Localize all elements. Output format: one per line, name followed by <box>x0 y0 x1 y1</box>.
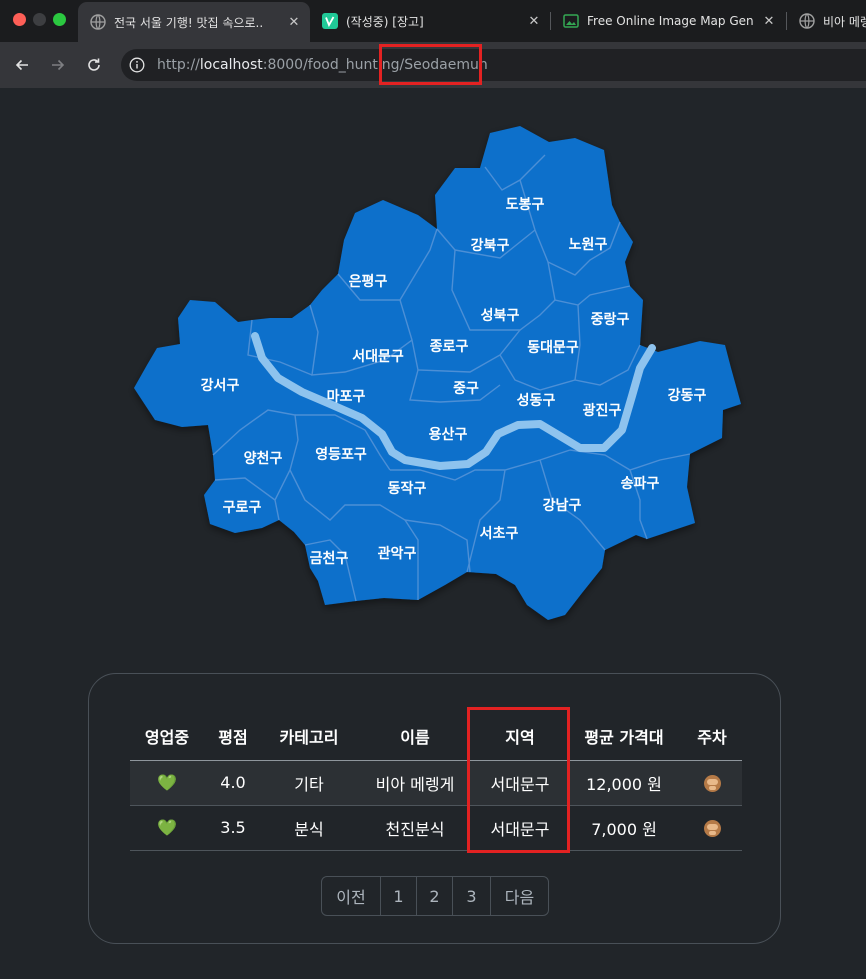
district-label-seocho[interactable]: 서초구 <box>480 523 519 543</box>
table-row[interactable]: 💚 4.0 기타 비아 메렝게 서대문구 12,000 원 <box>130 760 742 806</box>
close-window-button[interactable] <box>13 13 26 26</box>
cell-category: 기타 <box>262 760 356 806</box>
district-label-seongdong[interactable]: 성동구 <box>517 390 556 410</box>
cell-open: 💚 <box>130 760 204 806</box>
cell-price: 7,000 원 <box>566 805 682 851</box>
district-label-gangbuk[interactable]: 강북구 <box>471 235 510 255</box>
tab-food-hunting[interactable]: 전국 서울 기행! 맛집 속으로.. ✕ <box>78 2 310 42</box>
cell-price: 12,000 원 <box>566 760 682 806</box>
green-heart-icon: 💚 <box>157 818 177 837</box>
globe-icon <box>799 13 815 29</box>
col-parking: 주차 <box>682 712 742 761</box>
district-label-gwanak[interactable]: 관악구 <box>378 543 417 563</box>
back-button[interactable] <box>10 53 34 77</box>
velog-icon <box>322 13 338 29</box>
cell-rating: 4.0 <box>204 760 262 806</box>
col-category: 카테고리 <box>262 712 356 761</box>
cell-parking <box>682 760 742 806</box>
tab-close-icon[interactable]: ✕ <box>286 15 302 30</box>
restaurant-card: 영업중 평점 카테고리 이름 지역 평균 가격대 주차 💚 4.0 기타 비아 … <box>88 673 781 944</box>
minimize-window-button[interactable] <box>33 13 46 26</box>
arrow-right-icon <box>52 59 65 71</box>
cell-category: 분식 <box>262 805 356 851</box>
cell-name[interactable]: 비아 메렝게 <box>356 760 474 806</box>
district-label-jongno[interactable]: 종로구 <box>430 336 469 356</box>
district-label-jung[interactable]: 중구 <box>453 378 479 398</box>
district-label-guro[interactable]: 구로구 <box>223 497 262 517</box>
district-label-mapo[interactable]: 마포구 <box>327 386 366 406</box>
district-label-eunpyeong[interactable]: 은평구 <box>349 271 388 291</box>
district-label-gangdong[interactable]: 강동구 <box>668 385 707 405</box>
district-label-dobong[interactable]: 도봉구 <box>506 194 545 214</box>
district-label-yangcheon[interactable]: 양천구 <box>244 448 283 468</box>
monkey-icon <box>703 820 721 837</box>
tab-title: (작성중) [장고] <box>346 14 424 29</box>
district-label-nowon[interactable]: 노원구 <box>569 234 608 254</box>
pagination-next-button[interactable]: 다음 <box>490 877 548 915</box>
tab-close-icon[interactable]: ✕ <box>761 14 777 29</box>
district-label-yeongdeungpo[interactable]: 영등포구 <box>315 444 367 464</box>
tab-velog[interactable]: (작성중) [장고] ✕ <box>310 4 550 38</box>
url-protocol: http:// <box>157 57 200 73</box>
seoul-map-svg <box>134 126 741 620</box>
col-rating: 평점 <box>204 712 262 761</box>
arrow-left-icon <box>15 59 28 71</box>
table-header-row: 영업중 평점 카테고리 이름 지역 평균 가격대 주차 <box>130 712 742 761</box>
tab-title: Free Online Image Map Generator <box>587 14 753 28</box>
address-bar[interactable]: http://localhost:8000/food_hunting/Seoda… <box>121 49 866 81</box>
maximize-window-button[interactable] <box>53 13 66 26</box>
district-label-gangnam[interactable]: 강남구 <box>543 495 582 515</box>
url-host: localhost <box>199 57 263 73</box>
browser-tab-bar: 전국 서울 기행! 맛집 속으로.. ✕ (작성중) [장고] ✕ Free O… <box>0 0 866 42</box>
pagination: 이전 1 2 3 다음 <box>321 876 549 916</box>
col-price: 평균 가격대 <box>566 712 682 761</box>
tab-title: 비아 메렝게 <box>823 14 866 29</box>
tab-via-merengue[interactable]: 비아 메렝게 <box>787 4 866 38</box>
district-label-yongsan[interactable]: 용산구 <box>429 424 468 444</box>
tab-close-icon[interactable]: ✕ <box>526 14 542 29</box>
region-column-highlight-box <box>467 707 570 853</box>
district-label-gwangjin[interactable]: 광진구 <box>583 400 622 420</box>
forward-button[interactable] <box>46 53 70 77</box>
image-icon <box>563 13 579 29</box>
reload-button[interactable] <box>82 53 106 77</box>
district-label-dongjak[interactable]: 동작구 <box>388 478 427 498</box>
col-open: 영업중 <box>130 712 204 761</box>
pagination-page-3[interactable]: 3 <box>452 877 490 915</box>
table-row[interactable]: 💚 3.5 분식 천진분식 서대문구 7,000 원 <box>130 805 742 851</box>
monkey-icon <box>703 775 721 792</box>
green-heart-icon: 💚 <box>157 773 177 792</box>
reload-icon <box>88 58 100 71</box>
district-label-songpa[interactable]: 송파구 <box>621 473 660 493</box>
cell-open: 💚 <box>130 805 204 851</box>
info-icon[interactable] <box>129 57 145 73</box>
col-name: 이름 <box>356 712 474 761</box>
globe-icon <box>90 14 106 30</box>
cell-rating: 3.5 <box>204 805 262 851</box>
pagination-prev-button[interactable]: 이전 <box>322 877 380 915</box>
district-label-seodaemun[interactable]: 서대문구 <box>352 346 404 366</box>
seoul-district-map: 도봉구 강북구 노원구 은평구 성북구 중랑구 서대문구 종로구 동대문구 강서… <box>0 88 866 652</box>
cell-parking <box>682 805 742 851</box>
url-highlight-box <box>379 44 482 85</box>
tab-title: 전국 서울 기행! 맛집 속으로.. <box>114 15 264 30</box>
cell-name[interactable]: 천진분식 <box>356 805 474 851</box>
district-label-jungnang[interactable]: 중랑구 <box>591 309 630 329</box>
district-label-dongdaemun[interactable]: 동대문구 <box>527 337 579 357</box>
pagination-page-2[interactable]: 2 <box>416 877 452 915</box>
map-outline <box>134 126 741 620</box>
restaurant-table: 영업중 평점 카테고리 이름 지역 평균 가격대 주차 💚 4.0 기타 비아 … <box>130 712 742 851</box>
district-label-seongbuk[interactable]: 성북구 <box>481 305 520 325</box>
district-label-gangseo[interactable]: 강서구 <box>201 375 240 395</box>
tab-image-map-generator[interactable]: Free Online Image Map Generator ✕ <box>551 4 785 38</box>
pagination-page-1[interactable]: 1 <box>380 877 416 915</box>
district-label-geumcheon[interactable]: 금천구 <box>310 548 349 568</box>
